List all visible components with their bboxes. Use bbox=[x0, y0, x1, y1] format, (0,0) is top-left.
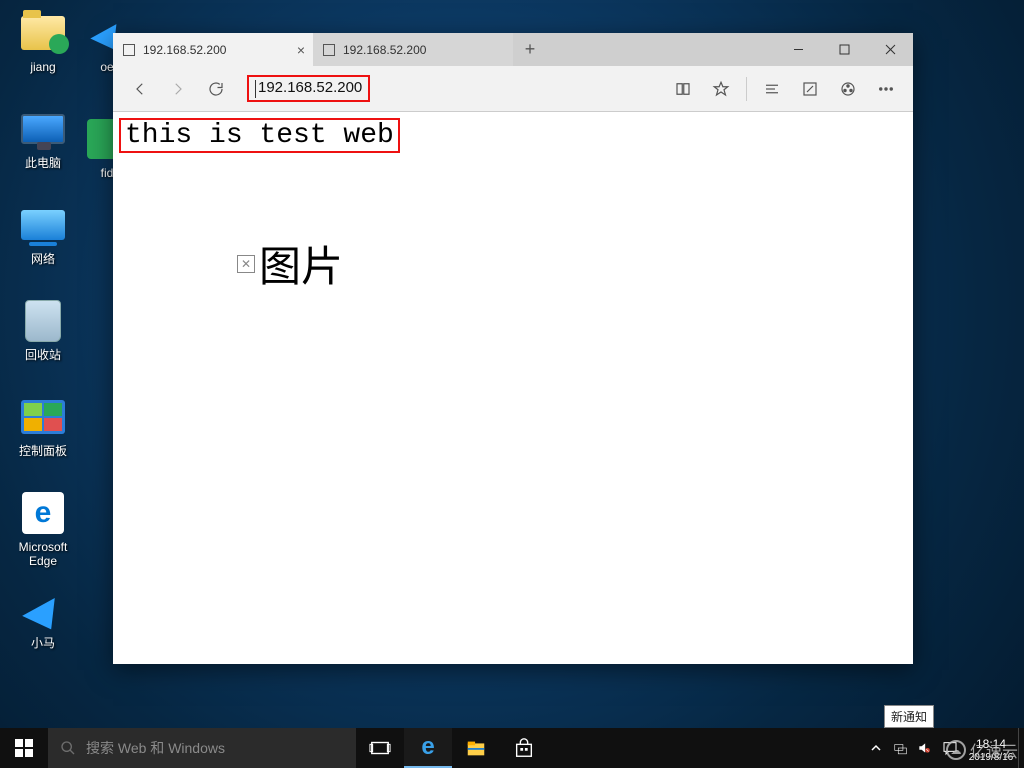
notification-tooltip: 新通知 bbox=[884, 705, 934, 728]
desktop-icon-label: 控制面板 bbox=[19, 444, 67, 458]
taskbar-store[interactable] bbox=[500, 728, 548, 768]
page-content: this is test web ✕ 图片 bbox=[113, 112, 913, 664]
pc-icon bbox=[20, 106, 66, 152]
favorite-button[interactable] bbox=[702, 70, 740, 108]
search-icon bbox=[60, 740, 76, 756]
browser-toolbar: 192.168.52.200 bbox=[113, 66, 913, 112]
desktop-icon-this-pc[interactable]: 此电脑 bbox=[6, 100, 80, 196]
desktop-icon-column: jiang 此电脑 网络 回收站 控制面板 e Microsoft Edge 小… bbox=[6, 4, 106, 676]
more-button[interactable] bbox=[867, 70, 905, 108]
webnote-button[interactable] bbox=[791, 70, 829, 108]
desktop-icon-label: fid bbox=[101, 166, 114, 180]
tray-volume-icon[interactable] bbox=[912, 741, 936, 755]
tray-network-icon[interactable] bbox=[888, 741, 912, 755]
desktop-icon-label: 此电脑 bbox=[25, 156, 61, 170]
desktop-icon-network[interactable]: 网络 bbox=[6, 196, 80, 292]
desktop-icon-label: 网络 bbox=[31, 252, 55, 266]
taskbar-search[interactable]: 搜索 Web 和 Windows bbox=[48, 728, 356, 768]
edge-icon: e bbox=[20, 490, 66, 536]
desktop-icon-label: Microsoft Edge bbox=[19, 540, 68, 568]
new-tab-button[interactable]: + bbox=[513, 33, 547, 66]
minimize-button[interactable] bbox=[775, 33, 821, 66]
desktop-icon-jiang[interactable]: jiang bbox=[6, 4, 80, 100]
tab-bar: 192.168.52.200 × 192.168.52.200 + bbox=[113, 33, 913, 66]
broken-image: ✕ 图片 bbox=[237, 233, 907, 294]
reading-view-button[interactable] bbox=[664, 70, 702, 108]
show-desktop-button[interactable] bbox=[1018, 728, 1024, 768]
forward-button[interactable] bbox=[159, 70, 197, 108]
desktop-icon-edge[interactable]: e Microsoft Edge bbox=[6, 484, 80, 580]
address-bar[interactable]: 192.168.52.200 bbox=[247, 75, 370, 103]
page-heading: this is test web bbox=[119, 118, 400, 153]
desktop: jiang 此电脑 网络 回收站 控制面板 e Microsoft Edge 小… bbox=[0, 0, 1024, 768]
taskbar: 搜索 Web 和 Windows e 18:14 2019/8/16 bbox=[0, 728, 1024, 768]
desktop-icon-recycle-bin[interactable]: 回收站 bbox=[6, 292, 80, 388]
tab-title: 192.168.52.200 bbox=[143, 43, 226, 57]
start-button[interactable] bbox=[0, 728, 48, 768]
image-alt-text: 图片 bbox=[259, 233, 343, 294]
browser-tab-active[interactable]: 192.168.52.200 × bbox=[113, 33, 313, 66]
close-window-button[interactable] bbox=[867, 33, 913, 66]
folder-user-icon bbox=[20, 10, 66, 56]
address-text: 192.168.52.200 bbox=[258, 79, 362, 96]
plane-icon bbox=[20, 586, 66, 632]
cloud-icon: ☁ bbox=[946, 740, 966, 760]
back-button[interactable] bbox=[121, 70, 159, 108]
page-icon bbox=[123, 44, 135, 56]
watermark-text: 亿速云 bbox=[970, 738, 1018, 762]
tab-title: 192.168.52.200 bbox=[343, 43, 426, 57]
control-panel-icon bbox=[20, 394, 66, 440]
network-icon bbox=[20, 202, 66, 248]
share-button[interactable] bbox=[829, 70, 867, 108]
desktop-icon-label: 回收站 bbox=[25, 348, 61, 362]
task-view-button[interactable] bbox=[356, 728, 404, 768]
taskbar-explorer[interactable] bbox=[452, 728, 500, 768]
taskbar-edge[interactable]: e bbox=[404, 728, 452, 768]
maximize-button[interactable] bbox=[821, 33, 867, 66]
desktop-icon-label: oe bbox=[100, 60, 113, 74]
desktop-icon-label: 小马 bbox=[31, 636, 55, 650]
desktop-icon-xiaoma[interactable]: 小马 bbox=[6, 580, 80, 676]
broken-image-icon: ✕ bbox=[237, 255, 255, 273]
recycle-bin-icon bbox=[20, 298, 66, 344]
refresh-button[interactable] bbox=[197, 70, 235, 108]
search-placeholder: 搜索 Web 和 Windows bbox=[86, 738, 225, 758]
edge-window: 192.168.52.200 × 192.168.52.200 + 192.16… bbox=[113, 33, 913, 664]
page-icon bbox=[323, 44, 335, 56]
browser-tab-inactive[interactable]: 192.168.52.200 bbox=[313, 33, 513, 66]
close-tab-icon[interactable]: × bbox=[297, 43, 305, 57]
watermark: ☁ 亿速云 bbox=[946, 738, 1018, 762]
desktop-icon-control-panel[interactable]: 控制面板 bbox=[6, 388, 80, 484]
separator bbox=[746, 77, 747, 101]
desktop-icon-label: jiang bbox=[30, 60, 55, 74]
heading-text: this is test web bbox=[125, 120, 394, 151]
hub-button[interactable] bbox=[753, 70, 791, 108]
tray-chevron-icon[interactable] bbox=[864, 743, 888, 753]
